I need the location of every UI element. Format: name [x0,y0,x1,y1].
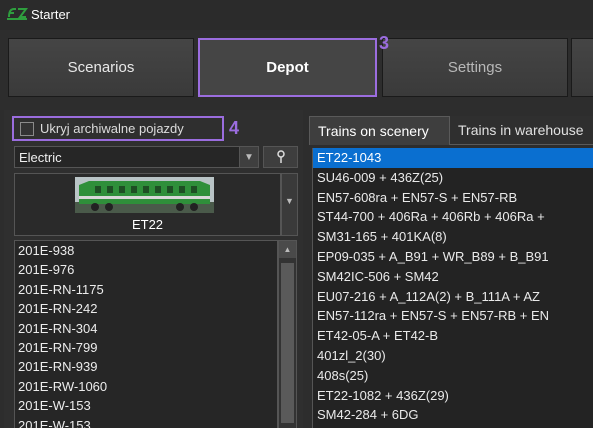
train-item[interactable]: SM42-284 + 6DG [313,405,593,425]
list-item[interactable]: 201E-RN-242 [15,299,277,318]
callout-3: 3 [379,33,390,53]
scrollbar-thumb[interactable] [281,263,294,423]
main-tabs: Scenarios Depot Settings [0,36,593,102]
tab-trains-in-warehouse[interactable]: Trains in warehouse [450,116,593,145]
train-item[interactable]: EP09-035 + A_B91 + WR_B89 + B_B91 [313,247,593,267]
pin-button[interactable] [263,146,298,168]
app-title: Starter [31,7,71,22]
app-logo-icon [7,8,28,20]
train-item[interactable]: ST44-700 + 406Ra + 406Rb + 406Ra + [313,207,593,227]
train-list[interactable]: ET22-1043 SU46-009 + 436Z(25) EN57-608ra +… [312,148,593,428]
list-item[interactable]: 201E-976 [15,260,277,279]
hide-archival-checkbox[interactable]: Ukryj archiwalne pojazdy [12,116,224,141]
tab-scenarios[interactable]: Scenarios [8,38,194,97]
callout-4: 4 [229,118,240,138]
vehicle-list[interactable]: 201E-938 201E-976 201E-RN-1175 201E-RN-242 2… [14,240,278,428]
chevron-up-icon[interactable]: ▲ [279,241,296,258]
vehicle-list-scrollbar[interactable]: ▲ [278,240,297,428]
title-bar: Starter [0,0,593,30]
train-item[interactable]: EN57-608ra + EN57-S + EN57-RB [313,188,593,208]
list-item[interactable]: 201E-RW-1060 [15,377,277,396]
locomotive-preview: ET22 [14,173,281,236]
list-item[interactable]: 201E-W-153 [15,416,277,428]
train-item[interactable]: EU07-216 + A_112A(2) + B_111A + AZ [313,287,593,307]
train-item[interactable]: 401zl_2(30) [313,346,593,366]
chevron-down-icon[interactable]: ▼ [285,196,294,206]
chevron-down-icon[interactable]: ▼ [239,147,258,167]
tab-overflow[interactable] [571,38,593,97]
locomotive-image [75,177,214,213]
vehicle-type-select[interactable]: Electric ▼ [14,146,259,168]
list-item[interactable]: 201E-RN-799 [15,338,277,357]
train-item[interactable]: SU46-009 + 436Z(25) [313,168,593,188]
tab-depot[interactable]: Depot [198,38,377,97]
pin-icon [276,150,285,163]
list-item[interactable]: 201E-RN-1175 [15,280,277,299]
hide-archival-label: Ukryj archiwalne pojazdy [40,121,184,136]
list-item[interactable]: 201E-938 [15,241,277,260]
train-item[interactable]: EN57-112ra + EN57-S + EN57-RB + EN [313,306,593,326]
locomotive-name: ET22 [131,217,164,232]
preview-scrollbar[interactable]: ▼ [281,173,298,236]
tab-settings[interactable]: Settings [382,38,568,97]
train-item[interactable]: ET42-05-A + ET42-B [313,326,593,346]
list-item[interactable]: 201E-RN-304 [15,319,277,338]
vehicle-type-value: Electric [19,149,62,165]
train-item[interactable]: SM42IC-506 + SM42 [313,267,593,287]
list-item[interactable]: 201E-RN-939 [15,357,277,376]
train-item[interactable]: ET22-1043 [313,148,593,168]
train-item[interactable]: SM31-165 + 401KA(8) [313,227,593,247]
train-item[interactable]: ET22-1082 + 436Z(29) [313,386,593,406]
checkbox-box[interactable] [20,121,34,136]
list-item[interactable]: 201E-W-153 [15,396,277,415]
tab-trains-on-scenery[interactable]: Trains on scenery [309,116,450,145]
train-item[interactable]: 408s(25) [313,366,593,386]
